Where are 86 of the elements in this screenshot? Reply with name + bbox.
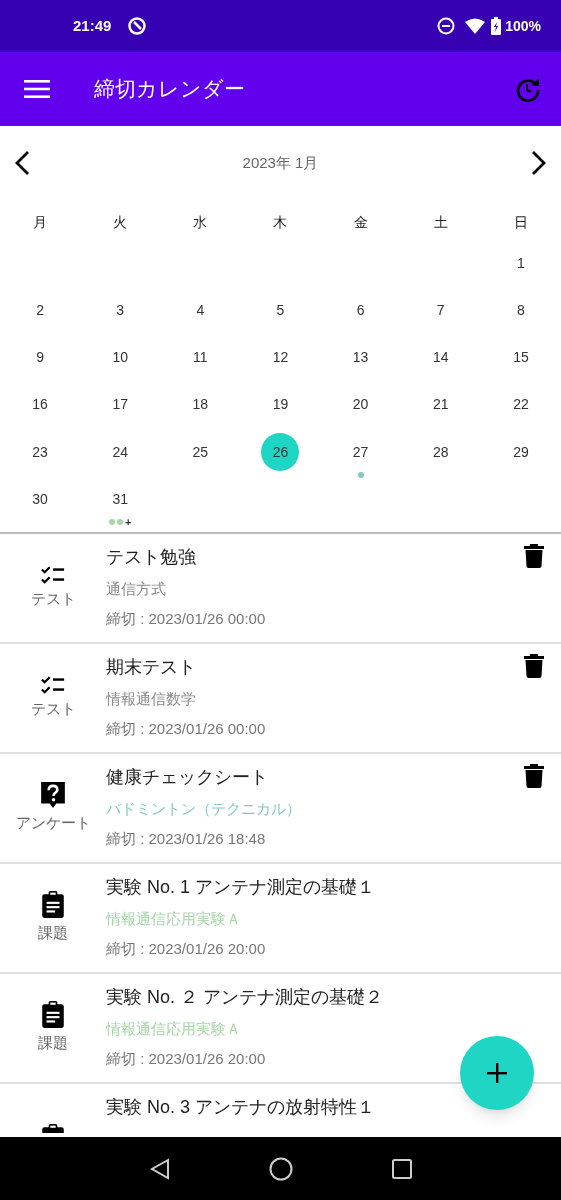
day-cell[interactable]: 21 — [421, 385, 460, 424]
trash-icon[interactable] — [524, 653, 544, 678]
clipboard-icon — [41, 891, 65, 920]
day-cell[interactable]: 20 — [341, 385, 380, 424]
course-name: 通信方式 — [106, 578, 166, 599]
do-not-disturb-icon — [437, 17, 456, 35]
app-title: 締切カレンダー — [94, 76, 245, 103]
deadline-text: 締切 : 2023/01/26 20:00 — [106, 1048, 266, 1069]
deadline-text: 締切 : 2023/01/26 18:48 — [106, 828, 266, 849]
day-cell[interactable]: 18 — [181, 385, 220, 424]
task-title: 実験 No. ２ アンテナ測定の基礎２ — [106, 985, 383, 1009]
deadline-item[interactable]: 課題 実験 No. 1 アンテナ測定の基礎１ 情報通信応用実験Ａ 締切 : 2023/01/26 20:00 — [0, 863, 561, 974]
add-button[interactable] — [460, 1036, 534, 1110]
day-cell[interactable]: 24 — [101, 433, 140, 472]
category-label: テスト — [30, 589, 76, 610]
day-cell[interactable]: 7 — [421, 291, 460, 330]
weekday-label: 水 — [193, 212, 208, 232]
deadline-item[interactable]: アンケート 健康チェックシート バドミントン（テクニカル） 締切 : 2023/01/26 18:48 — [0, 753, 561, 864]
day-cell[interactable]: 29 — [501, 433, 540, 472]
day-cell[interactable]: 10 — [101, 338, 140, 377]
task-title: 期末テスト — [106, 655, 196, 679]
month-title: 2023年 1月 — [242, 152, 319, 173]
task-title: 実験 No. 3 アンテナの放射特性１ — [106, 1095, 376, 1119]
deadline-text: 締切 : 2023/01/26 00:00 — [106, 608, 266, 629]
checklist-icon — [40, 565, 66, 586]
question-bubble-icon — [40, 781, 66, 810]
task-title: 実験 No. 1 アンテナ測定の基礎１ — [106, 875, 376, 899]
day-cell[interactable]: 30 — [21, 480, 60, 519]
deadline-text: 締切 : 2023/01/26 00:00 — [106, 718, 266, 739]
day-cell[interactable]: 15 — [501, 338, 540, 377]
day-cell[interactable]: 14 — [421, 338, 460, 377]
plus-icon — [487, 1063, 507, 1083]
day-cell[interactable]: 22 — [501, 385, 540, 424]
clock-time: 21:49 — [73, 15, 112, 36]
trash-icon[interactable] — [524, 763, 544, 788]
deadline-item[interactable]: テスト テスト勉強 通信方式 締切 : 2023/01/26 00:00 — [0, 533, 561, 644]
weekday-label: 日 — [513, 212, 528, 232]
day-cell[interactable]: 6 — [341, 291, 380, 330]
category-label: 課題 — [38, 1033, 68, 1054]
day-cell[interactable]: 8 — [501, 291, 540, 330]
menu-icon[interactable] — [24, 80, 50, 98]
day-cell[interactable]: 1 — [501, 244, 540, 282]
clipboard-icon — [41, 1001, 65, 1030]
weekday-label: 木 — [273, 212, 288, 232]
trash-icon[interactable] — [524, 543, 544, 568]
day-cell[interactable]: 11 — [181, 338, 220, 377]
day-cell[interactable]: 19 — [261, 385, 300, 424]
category-label: テスト — [30, 699, 76, 720]
wifi-icon — [465, 18, 486, 34]
day-cell[interactable]: 13 — [341, 338, 380, 377]
more-events-mark: + — [125, 517, 132, 528]
day-cell[interactable]: 4 — [181, 291, 220, 330]
home-icon[interactable] — [268, 1156, 293, 1181]
recents-icon[interactable] — [391, 1158, 412, 1179]
task-title: 健康チェックシート — [106, 765, 268, 789]
day-cell[interactable]: 3 — [101, 291, 140, 330]
category-label: アンケート — [15, 813, 91, 834]
weekday-label: 月 — [33, 212, 48, 232]
battery-percentage: 100% — [505, 16, 541, 36]
day-cell[interactable]: 5 — [261, 291, 300, 330]
weekday-label: 火 — [113, 212, 128, 232]
day-cell[interactable]: 31 — [101, 480, 140, 519]
battery-icon — [491, 17, 502, 35]
weekday-label: 金 — [353, 212, 368, 232]
task-title: テスト勉強 — [106, 545, 196, 569]
day-cell[interactable]: 26 — [261, 433, 300, 472]
course-name: 情報通信応用実験Ａ — [106, 1018, 241, 1039]
day-cell[interactable]: 28 — [421, 433, 460, 472]
day-cell[interactable]: 2 — [21, 291, 60, 330]
deadline-text: 締切 : 2023/01/26 20:00 — [106, 938, 266, 959]
day-cell[interactable]: 25 — [181, 433, 220, 472]
day-cell[interactable]: 23 — [21, 433, 60, 472]
category-label: 課題 — [38, 923, 68, 944]
deadline-item[interactable]: テスト 期末テスト 情報通信数学 締切 : 2023/01/26 00:00 — [0, 643, 561, 754]
checklist-icon — [40, 675, 66, 696]
clock-refresh-icon[interactable] — [515, 76, 541, 102]
weekday-label: 土 — [433, 212, 448, 232]
course-name: 情報通信数学 — [106, 688, 196, 709]
day-cell[interactable]: 17 — [101, 385, 140, 424]
day-cell[interactable]: 12 — [261, 338, 300, 377]
day-cell[interactable]: 27 — [341, 433, 380, 472]
course-name: 情報通信応用実験Ａ — [106, 908, 241, 929]
course-name: バドミントン（テクニカル） — [106, 798, 301, 819]
back-icon[interactable] — [149, 1157, 170, 1180]
day-cell[interactable]: 9 — [21, 338, 60, 377]
day-cell[interactable]: 16 — [21, 385, 60, 424]
